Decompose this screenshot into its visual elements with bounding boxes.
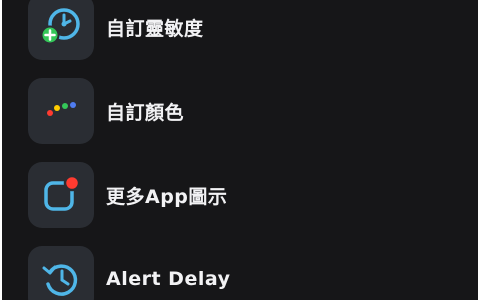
settings-item-label: 自訂靈敏度 <box>106 17 204 40</box>
history-clock-icon <box>28 246 94 300</box>
settings-item-label: 更多App圖示 <box>106 185 228 208</box>
app-icon-badge-icon <box>28 162 94 228</box>
settings-item-label: Alert Delay <box>106 268 231 290</box>
color-dots-icon <box>28 78 94 144</box>
settings-item-label: 自訂顏色 <box>106 101 185 124</box>
settings-item-alert-delay[interactable]: Alert Delay <box>2 246 478 300</box>
settings-item-more-app-icons[interactable]: 更多App圖示 <box>2 162 478 228</box>
settings-item-custom-color[interactable]: 自訂顏色 <box>2 78 478 144</box>
settings-item-custom-sensitivity[interactable]: 自訂靈敏度 <box>2 0 478 60</box>
sensitivity-gauge-add-icon <box>28 0 94 60</box>
settings-panel: 自訂靈敏度 自訂顏色 更多App圖示 Alert Delay <box>2 0 478 300</box>
